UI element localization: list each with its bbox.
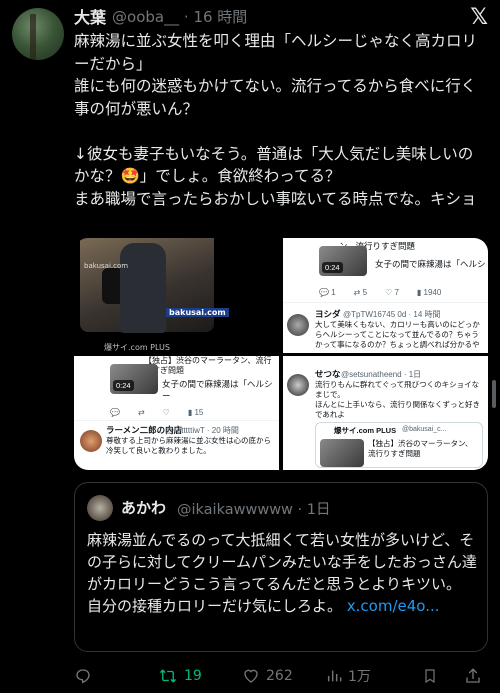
reply-text: 大して美味くもない、カロリーも高いのにどっからヘルシーってことになって並んでるの… [315,320,480,349]
stats-row: 💬 ⇄ ♡ ▮ 15 [110,408,204,417]
media-tile-2[interactable]: ン、流行りすぎ問題 0:24 女子の間で麻辣湯は「ヘルシ 💬 1 ⇄ 5 ♡ 7… [283,238,488,353]
reply-text: 尊敬する上司から麻辣湯に並ぶ女性は心の底から冷笑して良いと教わりました。 [106,436,271,455]
headline-text: 【独占】渋谷のマーラータン、流行りすぎ問題 [144,356,272,375]
reply-button[interactable] [74,667,98,685]
retweet-icon [159,669,177,683]
heart-icon [244,669,258,683]
like-button[interactable]: 262 [242,667,293,685]
x-logo-icon[interactable]: 𝕏 [470,5,488,30]
reply-icon [76,669,90,684]
media-tile-4[interactable]: せつな @setsunatheend · 1日 流行りもんに群れてぐって飛びつく… [283,356,488,470]
reply-handle: @TpTW16745 0d · 14 時間 [343,310,441,319]
share-icon [466,668,480,683]
watermark-text: bakusai.com [84,262,129,270]
bookmark-button[interactable] [422,667,438,685]
author-name[interactable]: 大葉 [74,4,106,28]
footer-text: 爆サイ.com PLUS [104,343,170,352]
media-grid[interactable]: bakusai.com bakusai.com 爆サイ.com PLUS ン、流… [74,238,488,470]
views-icon [327,670,342,682]
reply-text: 流行りもんに群れてぐって飛びつくのキショイなまじで。 ほんとに上手いなら、流行り… [315,380,480,419]
photo-image [80,238,214,333]
views-button[interactable]: 1万 [326,666,371,686]
author-handle[interactable]: @ooba__ · 16 時間 [112,6,247,27]
quote-author-name: あかわ [121,499,167,517]
quoted-card: 爆サイ.com PLUS @bakusai_c... 【独占】渋谷のマーラータン… [315,422,483,468]
caption-text: 女子の間で麻辣湯は「ヘルシ [375,259,486,269]
reply-avatar [287,314,309,336]
retweet-button[interactable]: 19 [158,667,202,685]
tweet-text: 麻辣湯に並ぶ女性を叩く理由「ヘルシーじゃなく高カロリーだから」 誰にも何の迷惑も… [74,32,478,208]
bookmark-icon [425,669,435,684]
scrollbar[interactable] [492,380,496,408]
quote-link[interactable]: x.com/e4o... [347,597,440,615]
stats-row: 💬 1 ⇄ 5 ♡ 7 ▮ 1940 [319,288,442,297]
reply-name: せつな [315,369,341,379]
quote-avatar [87,495,113,521]
quoted-tweet[interactable]: あかわ @ikaikawwwww · 1日 麻辣湯並んでるのって大抵細くて若い女… [74,482,488,652]
quote-text: 麻辣湯並んでるのって大抵細くて若い女性が多いけど、その子らに対してクリームパンみ… [87,531,477,615]
reply-name: ヨシダ [315,309,341,319]
caption-text: 女子の間で麻辣湯は「ヘルシー [162,379,273,401]
share-button[interactable] [464,667,482,685]
media-tile-3[interactable]: 【独占】渋谷のマーラータン、流行りすぎ問題 0:24 女子の間で麻辣湯は「ヘルシ… [74,356,279,470]
reply-handle: @setsunatheend · 1日 [341,370,422,379]
tweet-header: 大葉 @ooba__ · 16 時間 𝕏 [74,4,488,30]
reply-avatar [80,430,102,452]
video-thumbnail: 0:24 [110,364,158,394]
reply-handle: @retttttiwT · 20 時間 [166,426,239,435]
quote-author-handle: @ikaikawwwww · 1日 [177,502,331,518]
reply-avatar [287,374,309,396]
author-avatar[interactable] [12,8,64,60]
video-thumbnail: 0:24 [319,246,367,276]
action-bar: 19 262 1万 [74,664,488,688]
media-tile-1[interactable]: bakusai.com bakusai.com 爆サイ.com PLUS [74,238,279,353]
watermark-text: bakusai.com [166,308,229,317]
